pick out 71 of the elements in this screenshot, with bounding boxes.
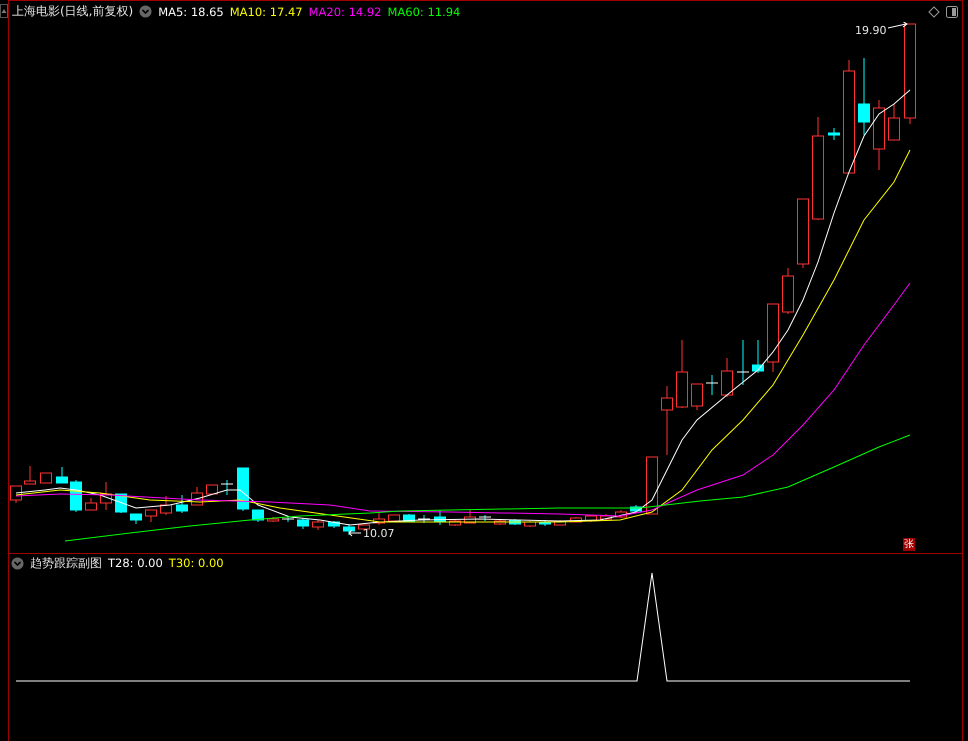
dropdown-icon[interactable]: [11, 556, 24, 570]
chart-title: 上海电影(日线,前复权): [12, 3, 134, 20]
arrow-icon: [888, 22, 908, 28]
candlestick: [10, 486, 22, 504]
candlestick: [630, 504, 642, 512]
rise-badge: 张: [903, 538, 915, 551]
indicator-value: MA20: 14.92: [308, 4, 382, 18]
candlestick: [56, 466, 68, 484]
candlestick: [267, 516, 279, 522]
candlestick: [252, 510, 264, 522]
candlestick: [676, 340, 688, 408]
candlestick: [312, 520, 324, 530]
candlestick: [736, 340, 750, 386]
candlestick: [206, 484, 218, 494]
candlestick: [494, 518, 506, 526]
candlestick: [130, 514, 142, 524]
scroll-up-icon[interactable]: [0, 4, 8, 18]
candlestick: [24, 466, 36, 484]
candlestick: [706, 374, 718, 396]
candlestick: [721, 358, 733, 398]
candlestick: [388, 514, 400, 522]
candlestick: [418, 514, 430, 524]
indicator-value: T30: 0.00: [168, 556, 224, 570]
candlestick: [237, 468, 249, 512]
candlestick: [691, 384, 703, 410]
candlestick: [191, 486, 203, 506]
candlestick: [176, 494, 188, 514]
dropdown-icon[interactable]: [139, 5, 152, 18]
candlestick: [615, 510, 627, 518]
candlestick: [478, 514, 492, 522]
candlestick: [524, 520, 536, 528]
candlestick: [373, 512, 385, 526]
candlestick: [782, 268, 794, 314]
candlestick: [297, 518, 309, 530]
candlestick: [434, 510, 446, 526]
candlestick: [661, 386, 673, 456]
candlestick: [828, 128, 840, 140]
panel-toggle-icon[interactable]: [946, 6, 958, 18]
indicator-value: T28: 0.00: [108, 556, 163, 570]
indicator-value: MA60: 11.94: [388, 4, 460, 18]
candlestick: [554, 520, 566, 526]
candlestick: [220, 480, 234, 496]
candlestick: [539, 520, 551, 526]
candlestick: [767, 304, 779, 372]
candlestick: [449, 518, 461, 526]
candlestick: [100, 482, 112, 510]
indicator-value: MA5: 18.65: [158, 4, 224, 18]
indicator-title: 趋势跟踪副图: [30, 554, 102, 572]
candlestick: [328, 520, 340, 528]
candlestick: [160, 496, 172, 516]
candlestick: [646, 456, 658, 514]
diamond-icon[interactable]: [928, 6, 940, 18]
candlestick: [70, 480, 82, 512]
candlestick: [585, 516, 597, 522]
candlestick: [752, 340, 764, 374]
high-price-label: 19.90: [855, 24, 886, 37]
candlestick: [873, 100, 885, 170]
candlestick: [797, 198, 809, 268]
candlestick: [600, 514, 612, 522]
candlestick: [282, 516, 294, 522]
arrow-icon: [348, 530, 362, 536]
low-price-label: 10.07: [363, 527, 394, 540]
candlestick: [343, 524, 355, 536]
candlestick: [570, 516, 582, 522]
indicator-value: MA10: 17.47: [230, 4, 303, 18]
candlestick: [888, 104, 900, 140]
candlestick: [85, 498, 97, 510]
candlestick: [145, 510, 157, 522]
candlestick: [40, 472, 52, 484]
candlestick: [509, 518, 521, 526]
candlestick: [464, 510, 476, 524]
